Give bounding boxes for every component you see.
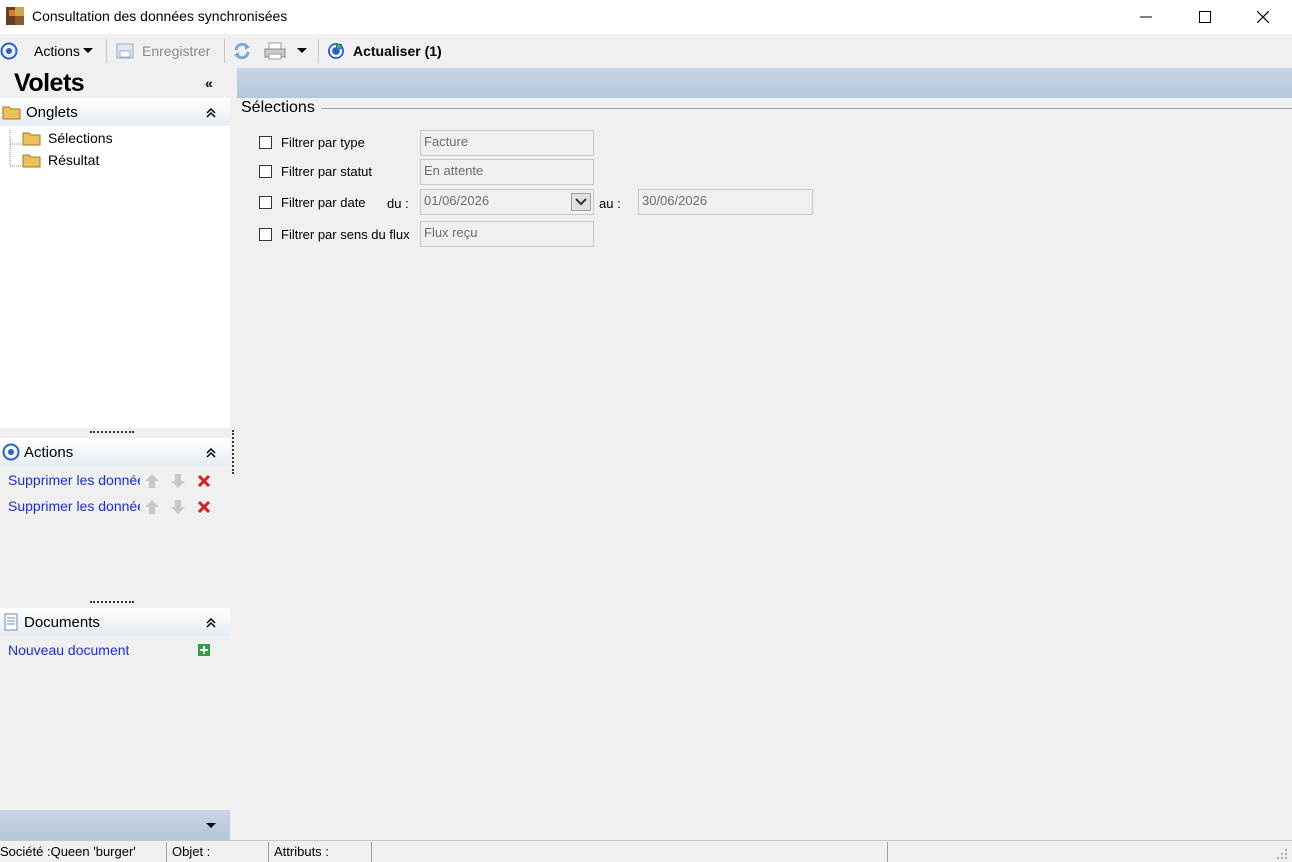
date-to-field[interactable]: 30/06/2026 bbox=[638, 189, 813, 215]
actions-menu-button[interactable]: Actions bbox=[34, 40, 93, 62]
action-link-delete-data[interactable]: Supprimer les données bbox=[8, 498, 140, 514]
filter-type-checkbox[interactable] bbox=[259, 135, 272, 149]
status-attributes: Attributs : bbox=[274, 844, 329, 859]
status-bar: Société :Queen 'burger' Objet : Attribut… bbox=[0, 840, 1292, 862]
refresh-label: Actualiser (1) bbox=[353, 43, 442, 59]
actions-section-header[interactable]: Actions bbox=[0, 438, 230, 466]
filter-flow-field[interactable]: Flux reçu bbox=[420, 221, 594, 247]
actions-menu-label: Actions bbox=[34, 43, 80, 59]
arrow-down-icon[interactable] bbox=[170, 499, 186, 515]
save-icon bbox=[116, 43, 134, 59]
filter-date-row: Filtrer par date bbox=[259, 190, 366, 214]
title-bar: Consultation des données synchronisées bbox=[0, 0, 1292, 34]
filter-type-row: Filtrer par type bbox=[259, 130, 365, 154]
new-document-link[interactable]: Nouveau document bbox=[8, 642, 129, 658]
filter-date-checkbox[interactable] bbox=[259, 195, 272, 209]
documents-section-body: Nouveau document bbox=[0, 636, 230, 808]
selections-legend: Sélections bbox=[241, 99, 315, 116]
date-from-label: du : bbox=[387, 196, 409, 211]
print-button[interactable] bbox=[263, 40, 287, 62]
app-icon bbox=[6, 7, 24, 25]
selections-divider bbox=[321, 108, 1292, 109]
filter-status-label: Filtrer par statut bbox=[281, 163, 373, 179]
actions-menu-icon[interactable] bbox=[0, 40, 18, 62]
collapse-panel-icon[interactable]: « bbox=[205, 75, 213, 91]
window-title: Consultation des données synchronisées bbox=[32, 8, 288, 24]
chevron-up-double-icon[interactable] bbox=[206, 108, 216, 118]
folder-icon bbox=[22, 154, 41, 168]
refresh-button[interactable]: Actualiser (1) bbox=[326, 40, 442, 62]
filter-status-field[interactable]: En attente bbox=[420, 159, 594, 185]
main-panel: Sélections Filtrer par type Facture Filt… bbox=[237, 68, 1292, 840]
header-band bbox=[237, 68, 1292, 98]
date-from-value: 01/06/2026 bbox=[424, 193, 490, 208]
filter-flow-checkbox[interactable] bbox=[259, 227, 272, 241]
action-link-delete-data[interactable]: Supprimer les données bbox=[8, 472, 140, 488]
toolbar: Actions Enregistrer Actualiser (1) bbox=[0, 34, 1292, 68]
filter-date-label: Filtrer par date bbox=[281, 194, 366, 210]
chevron-down-icon[interactable] bbox=[206, 823, 216, 829]
print-dropdown-button[interactable] bbox=[297, 40, 307, 62]
close-icon bbox=[1257, 11, 1269, 23]
minimize-button[interactable] bbox=[1117, 0, 1175, 34]
refresh-icon bbox=[328, 43, 344, 59]
folder-icon bbox=[2, 106, 21, 120]
date-from-dropdown[interactable] bbox=[571, 193, 591, 211]
arrow-up-icon[interactable] bbox=[144, 473, 160, 489]
sync-icon bbox=[234, 42, 250, 60]
maximize-button[interactable] bbox=[1176, 0, 1234, 34]
folder-icon bbox=[22, 132, 41, 146]
sync-button[interactable] bbox=[232, 40, 252, 62]
save-button[interactable]: Enregistrer bbox=[116, 40, 210, 62]
chevron-up-double-icon[interactable] bbox=[206, 448, 216, 458]
date-to-label: au : bbox=[599, 196, 621, 211]
splitter-grip[interactable] bbox=[90, 431, 134, 437]
volets-title: Volets bbox=[14, 69, 85, 97]
actions-section-body: Supprimer les données Supprimer les donn… bbox=[0, 466, 230, 598]
onglets-section-header[interactable]: Onglets bbox=[0, 98, 230, 126]
tree-item-label: Sélections bbox=[48, 130, 113, 146]
filter-status-row: Filtrer par statut bbox=[259, 159, 372, 183]
filter-type-field[interactable]: Facture bbox=[420, 130, 594, 156]
tree-item-label: Résultat bbox=[48, 152, 100, 168]
tree-item-selections[interactable]: Sélections bbox=[22, 130, 113, 146]
filter-flow-row: Filtrer par sens du flux bbox=[259, 222, 410, 246]
add-icon[interactable] bbox=[198, 644, 210, 656]
actions-icon bbox=[2, 443, 20, 461]
chevron-up-double-icon[interactable] bbox=[206, 618, 216, 628]
documents-title: Documents bbox=[24, 613, 100, 631]
filter-type-label: Filtrer par type bbox=[281, 134, 365, 150]
vertical-splitter-grip[interactable] bbox=[232, 430, 234, 474]
delete-icon[interactable] bbox=[197, 500, 211, 514]
filter-flow-label: Filtrer par sens du flux bbox=[281, 226, 410, 242]
printer-icon bbox=[264, 42, 286, 60]
resize-grip-icon[interactable] bbox=[1276, 848, 1288, 860]
document-icon bbox=[4, 613, 18, 631]
status-object: Objet : bbox=[172, 844, 211, 859]
dropdown-arrow-icon bbox=[82, 48, 93, 53]
status-company: Société :Queen 'burger' bbox=[0, 844, 136, 859]
left-panel: Volets « Onglets Sélections Résultat Act… bbox=[0, 68, 234, 840]
actions-title: Actions bbox=[24, 443, 74, 461]
arrow-up-icon[interactable] bbox=[144, 499, 160, 515]
date-from-field[interactable]: 01/06/2026 bbox=[420, 189, 594, 215]
onglets-title: Onglets bbox=[26, 103, 78, 121]
dropdown-arrow-icon bbox=[297, 48, 307, 53]
volets-header: Volets « bbox=[0, 68, 230, 98]
save-label: Enregistrer bbox=[142, 43, 211, 59]
delete-icon[interactable] bbox=[197, 474, 211, 488]
sections-footer-bar bbox=[0, 810, 230, 840]
splitter-grip[interactable] bbox=[90, 601, 134, 607]
minimize-icon bbox=[1140, 16, 1152, 18]
tree-item-resultat[interactable]: Résultat bbox=[22, 152, 99, 168]
documents-section-header[interactable]: Documents bbox=[0, 608, 230, 636]
chevron-down-icon bbox=[575, 198, 587, 206]
filter-status-checkbox[interactable] bbox=[259, 164, 272, 178]
maximize-icon bbox=[1199, 11, 1211, 23]
onglets-section-body: Sélections Résultat bbox=[0, 126, 230, 428]
close-button[interactable] bbox=[1234, 0, 1292, 34]
arrow-down-icon[interactable] bbox=[170, 473, 186, 489]
